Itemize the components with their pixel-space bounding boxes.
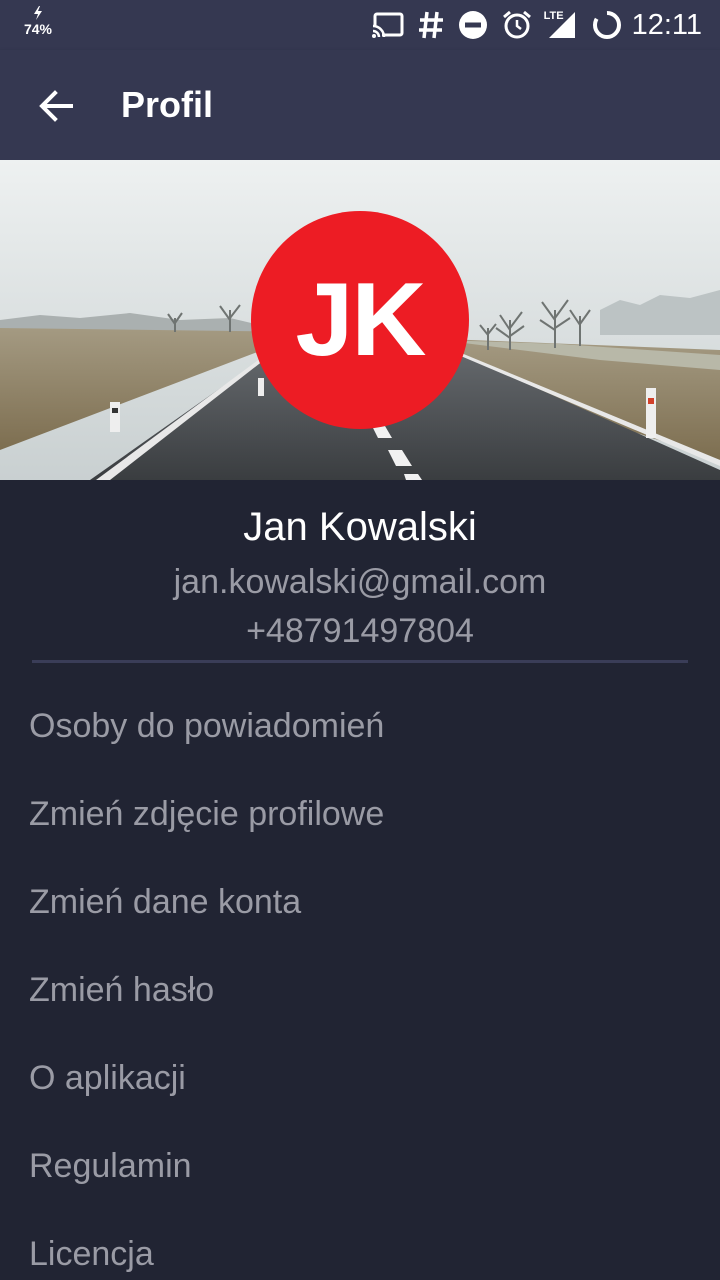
cast-icon bbox=[371, 10, 404, 40]
menu-item-change-account-data[interactable]: Zmień dane konta bbox=[0, 858, 720, 946]
profile-name: Jan Kowalski bbox=[243, 505, 477, 549]
do-not-disturb-icon bbox=[458, 10, 488, 40]
back-button[interactable] bbox=[24, 74, 88, 138]
network-type: LTE bbox=[543, 10, 564, 22]
page-title: Profil bbox=[121, 84, 214, 125]
arrow-back-icon bbox=[39, 90, 73, 122]
lte-signal-icon: LTE bbox=[543, 10, 578, 40]
hash-icon bbox=[418, 10, 444, 40]
profile-menu: Osoby do powiadomień Zmień zdjęcie profi… bbox=[0, 682, 720, 1280]
avatar[interactable]: JK bbox=[251, 211, 469, 429]
app-bar: Profil bbox=[0, 50, 720, 160]
profile-phone: +48791497804 bbox=[246, 612, 474, 650]
menu-item-change-profile-photo[interactable]: Zmień zdjęcie profilowe bbox=[0, 770, 720, 858]
alarm-icon bbox=[502, 10, 532, 40]
menu-item-terms[interactable]: Regulamin bbox=[0, 1122, 720, 1210]
profile-email: jan.kowalski@gmail.com bbox=[173, 563, 547, 601]
battery-ring-icon bbox=[592, 10, 622, 40]
charging-icon bbox=[20, 6, 56, 22]
battery-indicator: 74% bbox=[20, 6, 56, 36]
divider bbox=[32, 660, 688, 663]
menu-item-about-app[interactable]: O aplikacji bbox=[0, 1034, 720, 1122]
menu-item-license[interactable]: Licencja bbox=[0, 1210, 720, 1280]
status-icons: LTE 12:11 bbox=[358, 0, 702, 50]
status-bar: 74% LTE 12:11 bbox=[0, 0, 720, 50]
clock: 12:11 bbox=[631, 8, 702, 41]
battery-percent: 74% bbox=[23, 21, 53, 37]
menu-item-notification-contacts[interactable]: Osoby do powiadomień bbox=[0, 682, 720, 770]
menu-item-change-password[interactable]: Zmień hasło bbox=[0, 946, 720, 1034]
